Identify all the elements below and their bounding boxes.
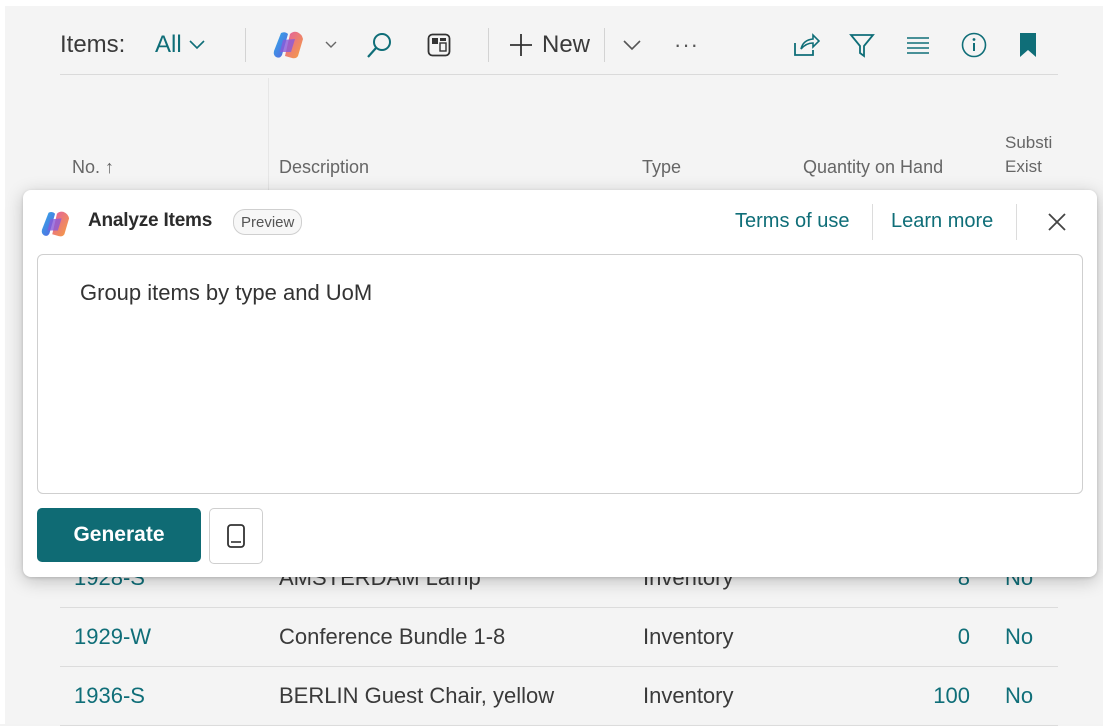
window-edge	[0, 0, 1103, 6]
bookmark-button[interactable]	[1018, 24, 1038, 66]
dialog-header: Analyze Items Preview Terms of use Learn…	[23, 190, 1097, 254]
chevron-down-icon	[325, 41, 337, 48]
list-view-button[interactable]	[905, 24, 931, 66]
filter-button[interactable]	[848, 24, 876, 66]
table-row[interactable]: 1929-W Conference Bundle 1-8 Inventory 0…	[60, 608, 1058, 667]
item-quantity-cell[interactable]: 0	[820, 608, 970, 666]
column-header-substitutes-line2[interactable]: Exist	[1005, 157, 1042, 177]
search-button[interactable]	[365, 24, 395, 66]
bookmark-icon	[1020, 33, 1036, 57]
info-button[interactable]	[960, 24, 988, 66]
header-separator	[1016, 204, 1017, 240]
preview-badge: Preview	[233, 209, 303, 235]
analyze-items-dialog: Analyze Items Preview Terms of use Learn…	[23, 190, 1097, 577]
view-filter-dropdown[interactable]: All	[155, 24, 206, 66]
column-header-substitutes-line1[interactable]: Substi	[1005, 133, 1052, 153]
filter-icon	[849, 34, 875, 58]
header-separator	[872, 204, 873, 240]
window-edge	[0, 0, 5, 724]
column-divider	[268, 78, 269, 190]
generate-button[interactable]: Generate	[37, 508, 201, 562]
toolbar-divider	[60, 74, 1058, 75]
column-header-no[interactable]: No. ↑	[72, 157, 114, 178]
item-no-cell[interactable]: 1929-W	[74, 608, 151, 666]
dialog-title: Analyze Items	[88, 210, 213, 231]
action-bar: Items: All New ···	[60, 24, 1060, 66]
info-icon	[961, 32, 987, 58]
more-options-button[interactable]: ···	[674, 24, 699, 66]
close-icon	[1048, 213, 1066, 231]
share-icon	[794, 33, 820, 56]
new-button-label: New	[542, 31, 591, 58]
layout-icon	[427, 33, 451, 57]
items-caption: Items:	[60, 31, 126, 58]
search-icon	[367, 33, 391, 58]
copilot-icon	[273, 31, 303, 59]
prompt-text[interactable]: Group items by type and UoM	[80, 280, 372, 306]
table-row[interactable]: 1936-S BERLIN Guest Chair, yellow Invent…	[60, 667, 1058, 726]
copilot-button[interactable]	[272, 24, 306, 66]
toolbar-separator	[604, 28, 605, 62]
notebook-icon	[227, 524, 245, 548]
copilot-icon	[41, 211, 70, 237]
list-icon	[907, 37, 929, 54]
view-filter-value: All	[155, 31, 182, 58]
item-substitutes-cell: No	[1005, 624, 1034, 649]
new-button[interactable]: New	[508, 24, 590, 66]
toolbar-separator	[245, 28, 246, 62]
share-button[interactable]	[792, 24, 820, 66]
item-quantity-cell[interactable]: 100	[820, 667, 970, 725]
plus-icon	[510, 34, 532, 56]
item-substitutes-cell: No	[1005, 683, 1034, 708]
prompt-input[interactable]: Group items by type and UoM	[37, 254, 1083, 494]
terms-of-use-link[interactable]: Terms of use	[735, 210, 849, 233]
new-dropdown[interactable]	[622, 24, 642, 66]
layout-button[interactable]	[426, 24, 452, 66]
close-button[interactable]	[1043, 208, 1071, 236]
column-header-description[interactable]: Description	[279, 157, 369, 178]
column-header-quantity[interactable]: Quantity on Hand	[803, 157, 943, 178]
prompt-guide-button[interactable]	[209, 508, 263, 564]
item-description-cell: Conference Bundle 1-8	[279, 624, 506, 649]
chevron-down-icon	[189, 40, 205, 50]
toolbar-separator	[488, 28, 489, 62]
learn-more-link[interactable]: Learn more	[891, 210, 993, 233]
chevron-down-icon	[623, 40, 641, 51]
column-header-type[interactable]: Type	[642, 157, 681, 178]
copilot-dropdown[interactable]	[324, 24, 338, 66]
item-no-cell[interactable]: 1936-S	[74, 667, 145, 725]
item-type-cell: Inventory	[643, 624, 734, 649]
item-type-cell: Inventory	[643, 683, 734, 708]
item-description-cell: BERLIN Guest Chair, yellow	[279, 683, 555, 708]
